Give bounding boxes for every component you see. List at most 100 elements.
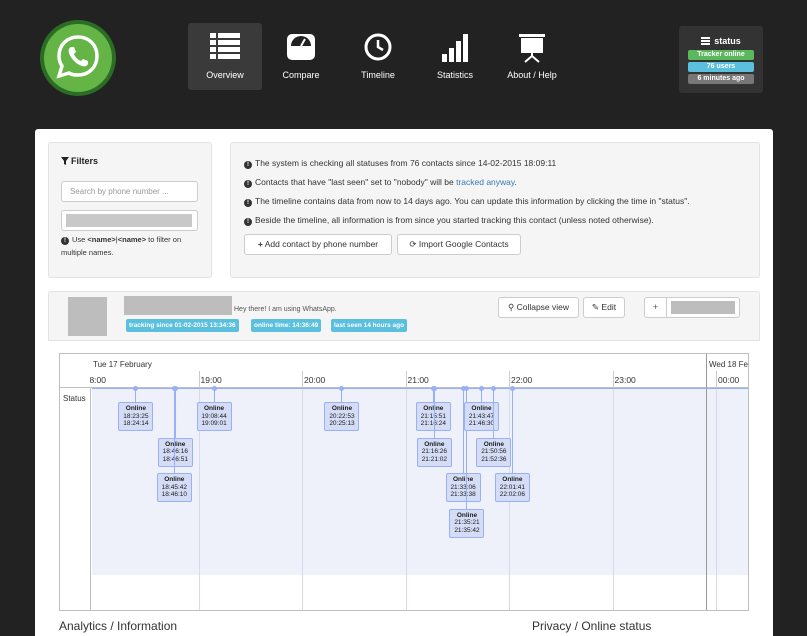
bar-chart-icon xyxy=(442,34,468,62)
timeline-event-stem xyxy=(213,389,215,402)
timeline[interactable]: Tue 17 February Wed 18 Fe 18:00 19:00 20:0… xyxy=(59,353,749,611)
event-status: Online xyxy=(203,405,225,412)
filter-hint: ! Use <name>|<name> to filter on multiple… xyxy=(61,235,182,257)
nav-compare[interactable]: Compare xyxy=(264,23,338,90)
nav-about-label: About / Help xyxy=(507,70,557,80)
event-end: 21:35:42 xyxy=(454,526,480,534)
plus-sign: + xyxy=(645,298,667,317)
name-filter-input[interactable] xyxy=(61,210,198,231)
timeline-event[interactable]: Online 18:46:16 18:46:51 xyxy=(157,437,193,467)
timeline-gridline xyxy=(405,389,407,610)
timeline-event-stem xyxy=(511,389,513,473)
timeline-event[interactable]: Online 21:35:21 21:35:42 xyxy=(449,508,485,538)
collapse-view-button[interactable]: ⚲ Collapse view xyxy=(498,297,579,318)
nav-statistics[interactable]: Statistics xyxy=(418,23,492,90)
timeline-hour-tick xyxy=(302,371,303,388)
filters-panel: Filters Search by phone number ... ! Use … xyxy=(48,142,212,278)
nav-about[interactable]: About / Help xyxy=(495,23,569,90)
timeline-gridline xyxy=(612,389,614,610)
event-start: 21:16:26 xyxy=(421,448,447,455)
event-start: 21:33:06 xyxy=(450,483,476,491)
timeline-event[interactable]: Online 21:16:26 21:21:02 xyxy=(416,437,452,467)
timeline-hour-tick xyxy=(198,371,200,388)
phone-search-input[interactable]: Search by phone number ... xyxy=(61,181,198,202)
tracking-since-badge: tracking since 01-02-2015 13:34:36 xyxy=(126,319,239,332)
event-end: 18:46:51 xyxy=(162,455,188,463)
info-icon: ! xyxy=(244,199,252,207)
timeline-hour-tick xyxy=(612,371,614,388)
event-status: Online xyxy=(483,440,504,448)
presentation-icon xyxy=(519,34,545,63)
filter-icon xyxy=(61,157,69,165)
contact-status-message: Hey there! I am using WhatsApp. xyxy=(234,306,337,313)
edit-button[interactable]: ✎ Edit xyxy=(583,297,625,318)
updated-time-badge[interactable]: 6 minutes ago xyxy=(688,74,754,84)
timeline-event-stem xyxy=(462,389,464,473)
last-seen-badge: last seen 14 hours ago xyxy=(331,319,408,332)
avatar xyxy=(68,297,107,336)
contact-name xyxy=(124,296,232,315)
whatsapp-logo[interactable] xyxy=(40,20,116,96)
timeline-hour-label: 23:00 xyxy=(614,375,636,385)
timeline-event[interactable]: Online 21:50:56 21:52:36 xyxy=(476,437,512,467)
nav-overview[interactable]: Overview xyxy=(188,23,262,90)
timeline-event[interactable]: Online 18:23:25 18:24:14 xyxy=(118,402,154,431)
content-panel: Filters Search by phone number ... ! Use … xyxy=(35,129,773,636)
contact-number-field[interactable]: + xyxy=(644,297,740,318)
event-end: 18:46:10 xyxy=(161,491,187,498)
event-status: Online xyxy=(331,405,353,412)
timeline-gridline xyxy=(716,389,717,610)
timeline-event-stem xyxy=(174,389,176,438)
timeline-event-stem xyxy=(433,389,435,438)
info-icon: ! xyxy=(61,237,69,245)
event-start: 22:01:41 xyxy=(499,483,526,491)
event-end: 20:25:13 xyxy=(329,420,355,427)
status-box[interactable]: status Tracker online 76 users 6 minutes… xyxy=(679,26,763,93)
nav-timeline[interactable]: Timeline xyxy=(341,23,415,90)
tracked-anyway-link[interactable]: tracked anyway xyxy=(456,177,514,187)
analytics-heading: Analytics / Information xyxy=(59,619,178,633)
timeline-hour-tick xyxy=(405,371,407,388)
event-start: 21:35:21 xyxy=(454,519,480,526)
info-icon: ! xyxy=(244,218,252,226)
tracker-status-badge: Tracker online xyxy=(688,50,754,60)
day-separator xyxy=(706,354,707,610)
server-icon xyxy=(701,37,711,45)
event-start: 20:22:53 xyxy=(329,412,355,420)
event-start: 18:45:42 xyxy=(161,483,187,491)
timeline-date-1: Tue 17 February xyxy=(93,360,152,369)
timeline-event[interactable]: Online 20:22:53 20:25:13 xyxy=(324,402,360,431)
filters-title: Filters xyxy=(61,156,98,166)
timeline-hour-label: 20:00 xyxy=(304,375,326,385)
info-line-nobody: ! Contacts that have "last seen" set to "… xyxy=(244,177,517,188)
event-status: Online xyxy=(164,476,185,483)
nav-compare-label: Compare xyxy=(282,70,320,80)
add-contact-button[interactable]: + Add contact by phone number xyxy=(244,234,392,255)
timeline-date-2: Wed 18 Fe xyxy=(709,360,748,369)
timeline-event[interactable]: Online 22:01:41 22:02:06 xyxy=(494,473,530,502)
event-end: 22:02:06 xyxy=(499,491,526,498)
zoom-out-icon: ⚲ xyxy=(507,302,515,312)
event-end: 19:09:01 xyxy=(201,420,227,427)
timeline-event[interactable]: Online 21:33:06 21:33:38 xyxy=(445,473,481,502)
timeline-gridline xyxy=(302,389,303,610)
event-end: 21:21:02 xyxy=(421,455,447,463)
event-status: Online xyxy=(452,476,474,483)
timeline-event-stem xyxy=(493,389,495,438)
info-icon: ! xyxy=(244,180,252,188)
nav-overview-label: Overview xyxy=(206,70,244,80)
import-google-contacts-button[interactable]: ⟳ Import Google Contacts xyxy=(397,234,521,255)
event-start: 18:23:25 xyxy=(123,412,149,420)
online-time-badge: online time: 14:36:49 xyxy=(251,319,322,332)
event-status: Online xyxy=(125,405,146,412)
info-line-checking: ! The system is checking all statuses fro… xyxy=(244,158,556,169)
privacy-heading: Privacy / Online status xyxy=(532,619,652,633)
timeline-axis xyxy=(92,388,748,389)
pencil-icon: ✎ xyxy=(591,302,600,312)
timeline-event[interactable]: Online 18:45:42 18:46:10 xyxy=(156,473,192,502)
timeline-row-label: Status xyxy=(60,388,91,610)
event-end: 21:33:38 xyxy=(450,491,476,498)
timeline-event[interactable]: Online 19:08:44 19:09:01 xyxy=(196,402,232,431)
event-status: Online xyxy=(502,476,523,483)
info-line-beside: ! Beside the timeline, all information is… xyxy=(244,215,654,226)
